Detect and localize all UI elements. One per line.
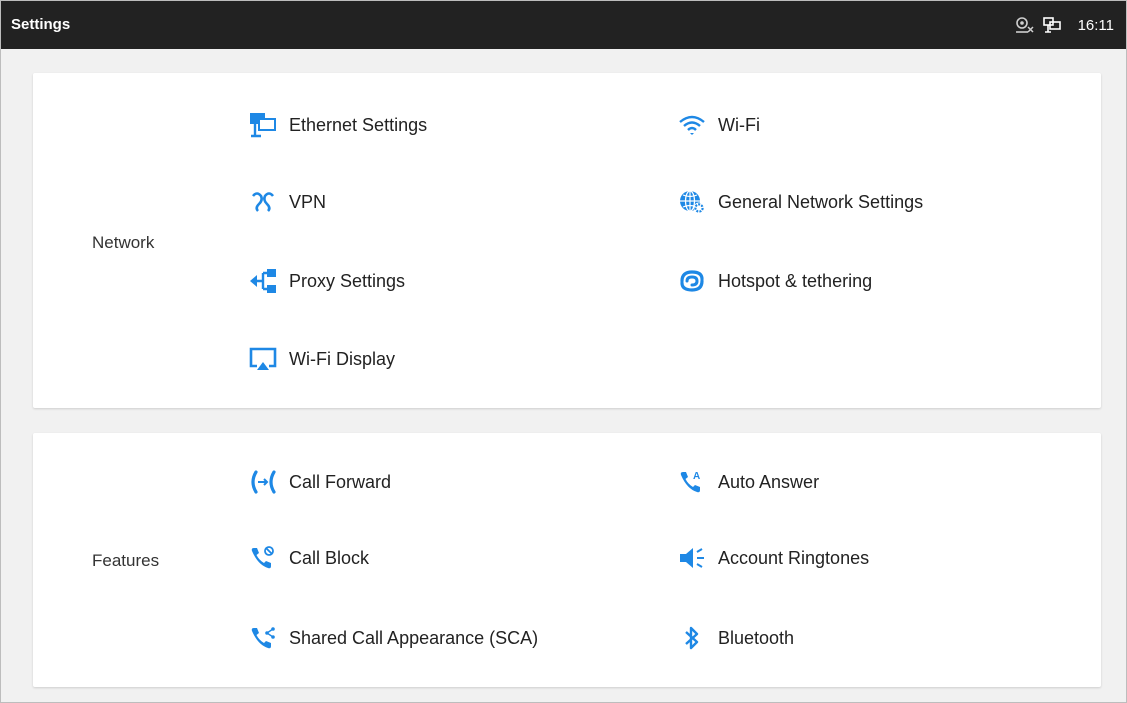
globe-gear-icon: [678, 188, 706, 216]
menu-item-shared-call-appearance[interactable]: Shared Call Appearance (SCA): [249, 620, 538, 656]
page-title: Settings: [11, 16, 71, 33]
menu-item-label: Bluetooth: [718, 627, 795, 648]
menu-item-bluetooth[interactable]: Bluetooth: [678, 620, 794, 656]
menu-item-label: Hotspot & tethering: [718, 270, 873, 291]
call-block-icon: [249, 544, 277, 572]
menu-item-auto-answer[interactable]: A Auto Answer: [678, 464, 819, 500]
menu-item-label: General Network Settings: [718, 191, 924, 212]
menu-item-label: Ethernet Settings: [289, 114, 428, 135]
menu-item-hotspot-tethering[interactable]: Hotspot & tethering: [678, 263, 872, 299]
settings-screen: Settings 16:11 Network Ethernet Settings…: [0, 0, 1127, 703]
menu-item-label: Shared Call Appearance (SCA): [289, 627, 539, 648]
menu-item-label: VPN: [289, 191, 327, 212]
features-card: Features Call Forward A Auto Answer Call…: [33, 433, 1101, 687]
speaker-icon: [678, 544, 706, 572]
menu-item-label: Call Block: [289, 547, 370, 568]
status-icons: 16:11: [1014, 1, 1114, 49]
menu-item-vpn[interactable]: VPN: [249, 184, 326, 220]
menu-item-wifi-display[interactable]: Wi-Fi Display: [249, 341, 395, 377]
menu-item-call-forward[interactable]: Call Forward: [249, 464, 391, 500]
menu-item-label: Wi-Fi: [718, 114, 760, 135]
auto-answer-icon: A: [678, 468, 706, 496]
menu-item-ethernet-settings[interactable]: Ethernet Settings: [249, 107, 427, 143]
menu-item-label: Auto Answer: [718, 471, 820, 492]
status-bar: Settings 16:11: [1, 1, 1126, 49]
menu-item-label: Call Forward: [289, 471, 392, 492]
network-disconnected-icon: [1014, 16, 1034, 34]
cast-icon: [249, 345, 277, 373]
section-label-features: Features: [92, 551, 160, 570]
hotspot-icon: [678, 267, 706, 295]
call-forward-icon: [249, 468, 277, 496]
svg-text:A: A: [693, 471, 700, 482]
ethernet-icon: [249, 111, 277, 139]
menu-item-wifi[interactable]: Wi-Fi: [678, 107, 760, 143]
shared-call-icon: [249, 624, 277, 652]
menu-item-general-network-settings[interactable]: General Network Settings: [678, 184, 923, 220]
menu-item-account-ringtones[interactable]: Account Ringtones: [678, 540, 869, 576]
menu-item-proxy-settings[interactable]: Proxy Settings: [249, 263, 405, 299]
ethernet-status-icon: [1042, 16, 1062, 34]
wifi-icon: [678, 111, 706, 139]
menu-item-call-block[interactable]: Call Block: [249, 540, 369, 576]
menu-item-label: Account Ringtones: [718, 547, 870, 568]
menu-item-label: Proxy Settings: [289, 270, 406, 291]
network-card: Network Ethernet Settings Wi-Fi VPN Gene…: [33, 73, 1101, 408]
section-label-network: Network: [92, 233, 155, 252]
vpn-icon: [249, 188, 277, 216]
status-clock: 16:11: [1077, 16, 1114, 34]
menu-item-label: Wi-Fi Display: [289, 348, 395, 369]
proxy-icon: [249, 267, 277, 295]
bluetooth-icon: [678, 624, 706, 652]
